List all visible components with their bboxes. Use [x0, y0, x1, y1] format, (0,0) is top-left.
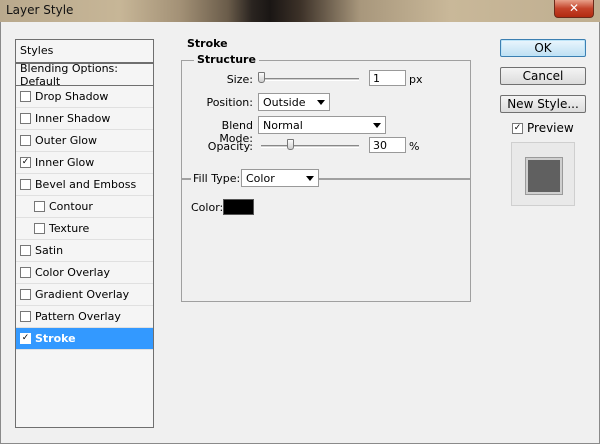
position-value: Outside	[263, 96, 306, 109]
preview-checkbox[interactable]: ✓	[512, 122, 523, 134]
style-item-outer-glow[interactable]: Outer Glow	[16, 130, 153, 152]
styles-header[interactable]: Styles	[15, 39, 154, 63]
size-slider-thumb[interactable]	[258, 72, 265, 83]
style-item-satin[interactable]: Satin	[16, 240, 153, 262]
new-style-button[interactable]: New Style...	[500, 95, 586, 113]
style-item-stroke[interactable]: ✓ Stroke	[16, 328, 153, 350]
fill-type-value: Color	[246, 172, 275, 185]
fill-type-label: Fill Type:	[191, 172, 243, 185]
color-label: Color:	[191, 201, 224, 214]
style-item-inner-shadow[interactable]: Inner Shadow	[16, 108, 153, 130]
size-unit: px	[409, 73, 423, 86]
blend-mode-dropdown[interactable]: Normal	[258, 116, 386, 134]
opacity-input[interactable]: 30	[369, 137, 406, 153]
opacity-slider-track[interactable]	[261, 145, 359, 148]
title-bar: Layer Style ✕	[0, 0, 600, 22]
chevron-down-icon	[317, 100, 325, 105]
style-item-label: Gradient Overlay	[35, 288, 130, 301]
stroke-section-title: Stroke	[187, 37, 228, 50]
style-item-label: Contour	[49, 200, 93, 213]
style-item-label: Drop Shadow	[35, 90, 109, 103]
preview-checkbox-row[interactable]: ✓ Preview	[512, 121, 574, 135]
opacity-label: Opacity:	[207, 140, 253, 153]
size-label: Size:	[226, 73, 253, 86]
position-label: Position:	[206, 96, 253, 109]
ok-button[interactable]: OK	[500, 39, 586, 57]
style-checkbox[interactable]	[20, 267, 31, 278]
style-item-texture[interactable]: Texture	[16, 218, 153, 240]
style-item-inner-glow[interactable]: ✓ Inner Glow	[16, 152, 153, 174]
style-item-label: Satin	[35, 244, 64, 257]
styles-header-label: Styles	[20, 44, 54, 57]
styles-list: Blending Options: Default Drop Shadow Inn…	[15, 61, 154, 428]
style-checkbox[interactable]: ✓	[20, 157, 31, 168]
style-item-label: Texture	[49, 222, 90, 235]
blending-options-item[interactable]: Blending Options: Default	[16, 61, 153, 88]
style-item-label: Inner Shadow	[35, 112, 111, 125]
style-checkbox[interactable]	[20, 289, 31, 300]
structure-title: Structure	[194, 53, 259, 66]
style-item-color-overlay[interactable]: Color Overlay	[16, 262, 153, 284]
opacity-slider-thumb[interactable]	[287, 139, 294, 150]
size-slider-track[interactable]	[261, 78, 359, 81]
style-checkbox[interactable]	[20, 311, 31, 322]
style-checkbox[interactable]	[20, 135, 31, 146]
style-checkbox[interactable]: ✓	[20, 333, 31, 344]
style-item-label: Inner Glow	[35, 156, 95, 169]
style-checkbox[interactable]	[34, 201, 45, 212]
close-icon: ✕	[568, 1, 580, 15]
position-dropdown[interactable]: Outside	[258, 93, 330, 111]
preview-label: Preview	[527, 121, 574, 135]
style-checkbox[interactable]	[20, 91, 31, 102]
close-button[interactable]: ✕	[554, 0, 594, 18]
style-item-pattern-overlay[interactable]: Pattern Overlay	[16, 306, 153, 328]
style-checkbox[interactable]	[34, 223, 45, 234]
size-input[interactable]: 1	[369, 70, 406, 86]
blend-mode-value: Normal	[263, 119, 303, 132]
style-item-drop-shadow[interactable]: Drop Shadow	[16, 86, 153, 108]
style-item-label: Color Overlay	[35, 266, 110, 279]
style-item-label: Bevel and Emboss	[35, 178, 137, 191]
chevron-down-icon	[373, 123, 381, 128]
style-checkbox[interactable]	[20, 113, 31, 124]
stroke-color-swatch[interactable]	[223, 199, 254, 215]
opacity-unit: %	[409, 140, 420, 153]
fill-group	[181, 178, 471, 302]
preview-swatch	[526, 158, 562, 194]
style-item-gradient-overlay[interactable]: Gradient Overlay	[16, 284, 153, 306]
style-checkbox[interactable]	[20, 245, 31, 256]
fill-type-dropdown[interactable]: Color	[241, 169, 319, 187]
style-item-bevel-and-emboss[interactable]: Bevel and Emboss	[16, 174, 153, 196]
style-item-label: Pattern Overlay	[35, 310, 121, 323]
layer-style-dialog: Styles Blending Options: Default Drop Sh…	[0, 22, 600, 444]
style-item-label: Outer Glow	[35, 134, 98, 147]
style-preview-thumbnail	[511, 142, 575, 206]
style-checkbox[interactable]	[20, 179, 31, 190]
cancel-button[interactable]: Cancel	[500, 67, 586, 85]
chevron-down-icon	[306, 176, 314, 181]
style-item-label: Stroke	[35, 332, 76, 345]
window-title: Layer Style	[6, 3, 74, 17]
style-item-contour[interactable]: Contour	[16, 196, 153, 218]
blending-options-label: Blending Options: Default	[20, 61, 118, 88]
